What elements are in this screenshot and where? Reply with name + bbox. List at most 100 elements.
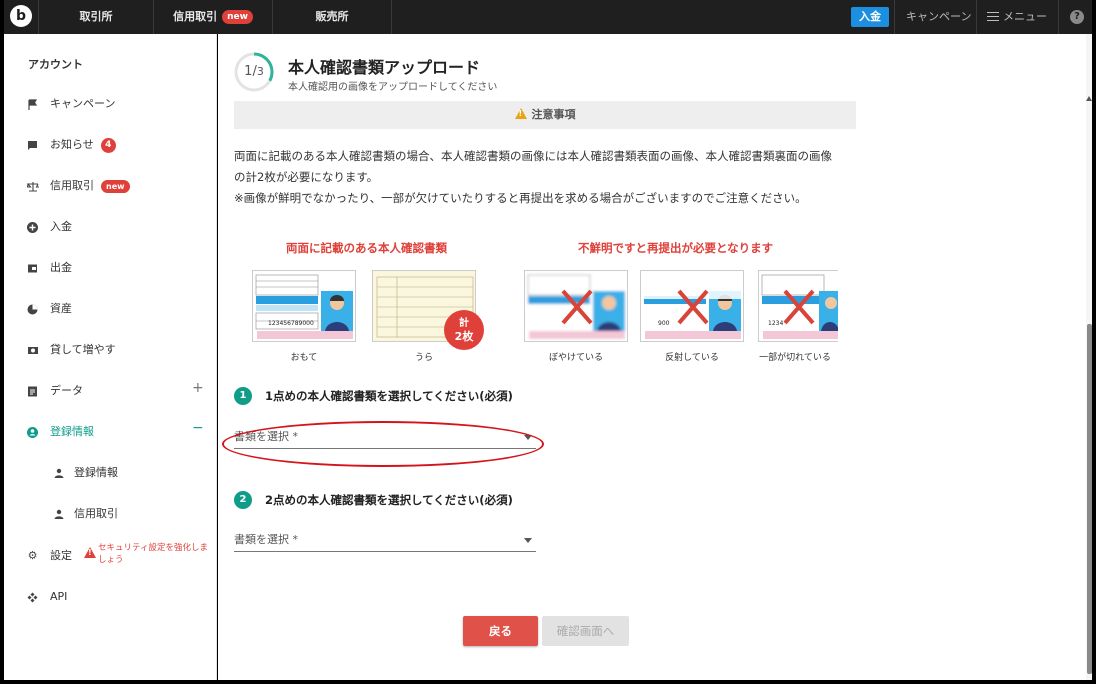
sidebar-item-label: 資産: [50, 302, 72, 315]
sidebar-item-campaign[interactable]: キャンペーン: [26, 94, 115, 114]
card-caption: 一部が切れている: [759, 353, 831, 363]
sidebar-heading: アカウント: [28, 58, 83, 71]
notice-body: 両面に記載のある本人確認書類の場合、本人確認書類の画像には本人確認書類表面の画像…: [234, 146, 864, 209]
notice-line: ※画像が鮮明でなかったり、一部が欠けていたりすると再提出を求める場合がございます…: [234, 191, 807, 205]
card-caption: ぼやけている: [548, 353, 603, 363]
sidebar-item-label: 設定: [50, 549, 72, 562]
sidebar-item-lending[interactable]: 貸して増やす: [26, 340, 116, 360]
document-2-select-placeholder: 書類を選択 *: [234, 533, 298, 546]
back-button[interactable]: 戻る: [463, 616, 538, 646]
step-number-badge: 2: [234, 491, 252, 509]
step-total: 3: [256, 65, 264, 78]
sidebar-item-registration[interactable]: 登録情報: [26, 422, 94, 442]
step-counter: 1/3: [244, 64, 264, 79]
sidebar-item-label: API: [50, 590, 68, 603]
notice-line: 両面に記載のある本人確認書類の場合、本人確認書類の画像には本人確認書類表面の画像…: [234, 149, 832, 163]
divider: [894, 0, 895, 34]
sidebar-item-label: データ: [50, 384, 83, 397]
help-icon[interactable]: ?: [1070, 10, 1084, 24]
confirm-button[interactable]: 確認画面へ: [542, 616, 629, 646]
collapse-registration-icon[interactable]: −: [192, 420, 204, 436]
sidebar-item-label: お知らせ: [50, 138, 94, 151]
badge-line: 2枚: [454, 330, 474, 343]
page-subtitle: 本人確認用の画像をアップロードしてください: [288, 82, 498, 93]
badge-line: 計: [459, 318, 469, 329]
menu-button[interactable]: メニュー: [987, 0, 1047, 34]
sidebar-item-margin-trading[interactable]: 信用取引 new: [26, 176, 130, 196]
sidebar-subitem-registration-info[interactable]: 登録情報: [52, 463, 118, 483]
sidebar-subitem-margin-trading[interactable]: 信用取引: [52, 504, 118, 524]
requirement-1-heading: 1 1点めの本人確認書類を選択してください(必須): [234, 387, 513, 405]
sidebar-item-data[interactable]: データ: [26, 381, 83, 401]
requirement-2-heading: 2 2点めの本人確認書類を選択してください(必須): [234, 491, 513, 509]
main-content: 1/3 本人確認書類アップロード 本人確認用の画像をアップロードしてください !…: [218, 34, 1086, 680]
divider: [1058, 0, 1059, 34]
document-1-select[interactable]: 書類を選択 *: [234, 425, 536, 449]
menu-label: メニュー: [1003, 10, 1047, 23]
sidebar-item-assets[interactable]: 資産: [26, 299, 72, 319]
sidebar-item-withdraw[interactable]: 出金: [26, 258, 72, 278]
sidebar-item-label: キャンペーン: [50, 97, 116, 110]
gear-icon: ⚙: [27, 549, 38, 562]
sidebar-item-label: 入金: [50, 220, 72, 233]
new-badge: new: [222, 10, 253, 24]
notification-count-badge: 4: [100, 137, 116, 153]
tab-margin-trading-label: 信用取引: [173, 10, 218, 23]
document-2-select[interactable]: 書類を選択 *: [234, 528, 536, 552]
step-current: 1: [244, 64, 253, 79]
sidebar-item-deposit[interactable]: 入金: [26, 217, 72, 237]
campaign-link[interactable]: キャンペーン: [906, 0, 971, 34]
sidebar-subitem-label: 登録情報: [74, 466, 118, 479]
divider: [976, 0, 977, 34]
flag-icon: [26, 98, 39, 111]
blurry-card-example-image: [524, 270, 628, 342]
sidebar-item-api[interactable]: API: [26, 587, 67, 607]
double-sided-heading: 両面に記載のある本人確認書類: [286, 241, 447, 255]
expand-data-icon[interactable]: +: [192, 380, 204, 396]
page-title: 本人確認書類アップロード: [288, 58, 481, 77]
divider: [391, 0, 392, 34]
dropdown-arrow-icon: [524, 538, 532, 543]
scrollbar-thumb[interactable]: [1087, 324, 1092, 674]
cropped-card-example-image: [758, 270, 838, 342]
deposit-button[interactable]: 入金: [851, 7, 889, 27]
wallet-icon: [26, 262, 39, 275]
step-number-badge: 1: [234, 387, 252, 405]
id-card-front-image: [252, 270, 356, 342]
clipboard-icon: [26, 385, 39, 398]
notice-line: の計2枚が必要になります。: [234, 170, 379, 184]
security-warning-text[interactable]: セキュリティ設定を強化しましょう: [98, 542, 208, 566]
plus-circle-icon: [26, 221, 39, 234]
sidebar-item-label: 信用取引: [50, 179, 94, 192]
top-navigation-bar: b 取引所 信用取引 new 販売所 入金 キャンペーン メニュー ?: [4, 0, 1092, 34]
person-icon: [52, 467, 65, 480]
message-icon: [26, 139, 39, 152]
tab-margin-trading[interactable]: 信用取引 new: [154, 0, 272, 34]
tab-exchange[interactable]: 取引所: [39, 0, 153, 34]
sidebar-item-label: 登録情報: [50, 425, 94, 438]
lend-icon: [26, 344, 39, 357]
user-circle-icon: [26, 426, 39, 439]
sidebar-item-notices[interactable]: お知らせ 4: [26, 135, 116, 155]
card-caption: うら: [414, 353, 433, 363]
api-icon: [26, 591, 39, 604]
unclear-heading: 不鮮明ですと再提出が必要となります: [578, 241, 774, 255]
scroll-up-arrow-icon[interactable]: [1086, 96, 1092, 101]
card-number-text: 900: [658, 320, 670, 327]
glare-card-example-image: [640, 270, 744, 342]
person-icon: [52, 508, 65, 521]
card-number-text: 123456789000: [268, 320, 314, 327]
sidebar-subitem-label: 信用取引: [74, 507, 118, 520]
dropdown-arrow-icon: [524, 435, 532, 440]
tab-exchange-label: 取引所: [79, 10, 113, 23]
warning-icon: !: [84, 547, 96, 558]
sidebar-item-settings[interactable]: ⚙ 設定: [26, 546, 72, 566]
pie-chart-icon: [26, 303, 39, 316]
requirement-2-label: 2点めの本人確認書類を選択してください(必須): [265, 493, 513, 507]
tab-sales-label: 販売所: [315, 10, 349, 23]
requirement-1-label: 1点めの本人確認書類を選択してください(必須): [265, 389, 513, 403]
tab-sales[interactable]: 販売所: [273, 0, 391, 34]
document-1-select-placeholder: 書類を選択 *: [234, 430, 298, 443]
bitbank-logo[interactable]: b: [10, 5, 32, 27]
new-badge: new: [101, 179, 130, 193]
